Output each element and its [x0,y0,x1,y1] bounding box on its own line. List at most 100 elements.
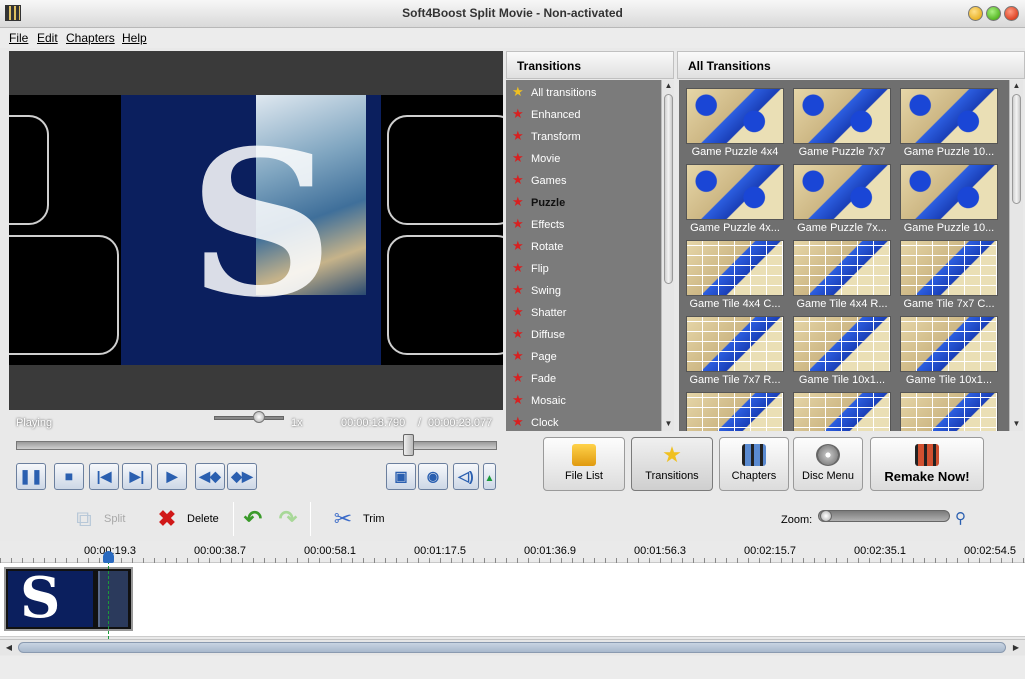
timeline-ruler[interactable]: 00:00:19.3 00:00:38.7 00:00:58.1 00:01:1… [0,541,1025,563]
transitions-grid-scrollbar-thumb[interactable] [1012,94,1021,204]
volume-button[interactable]: ◁) [453,463,479,490]
transition-tile[interactable]: Game Tile 7x7 R... [686,316,784,388]
red-star-icon: ★ [512,216,524,231]
mark-in-button[interactable]: ◀◆ [195,463,225,490]
monitor-icon: ▣ [394,468,408,484]
category-item-enhanced[interactable]: ★ Enhanced [506,104,661,126]
maximize-button[interactable] [986,6,1001,21]
transition-tile[interactable] [686,392,784,431]
category-item-clock[interactable]: ★ Clock [506,412,661,431]
transitions-button[interactable]: ★ Transitions [631,437,713,491]
volume-slider[interactable]: ▲ [483,463,496,490]
pause-button[interactable]: ❚❚ [16,463,46,490]
red-star-icon: ★ [512,304,524,319]
speed-slider-knob[interactable] [253,411,265,423]
category-scrollbar[interactable]: ▲ ▼ [661,80,674,431]
redo-button[interactable]: ↷ [276,505,302,533]
red-star-icon: ★ [512,282,524,297]
scroll-down-arrow-icon[interactable]: ▼ [1010,418,1023,430]
menu-edit[interactable]: Edit [37,31,58,45]
play-button[interactable]: ▶ [157,463,187,490]
delete-button[interactable]: ✖ Delete [155,505,225,533]
menu-file[interactable]: File [9,31,28,45]
menu-chapters[interactable]: Chapters [66,31,115,45]
split-button[interactable]: ⧉ Split [72,505,132,533]
transition-tile[interactable]: Game Puzzle 7x7 [793,88,891,160]
clip-thumbnail: S [8,565,93,631]
timeline-clip[interactable]: S [4,565,133,631]
speed-label: 1x [291,417,303,429]
transition-tile[interactable]: Game Tile 10x1... [900,316,998,388]
transition-tile[interactable]: Game Tile 4x4 R... [793,240,891,312]
category-item-mosaic[interactable]: ★ Mosaic [506,390,661,412]
transition-tile[interactable]: Game Tile 7x7 C... [900,240,998,312]
transition-tile[interactable]: Game Puzzle 10... [900,164,998,236]
category-item-flip[interactable]: ★ Flip [506,258,661,280]
zoom-slider[interactable] [818,510,950,522]
transition-tile[interactable]: Game Puzzle 4x4 [686,88,784,160]
seek-bar[interactable] [16,441,497,450]
category-item-movie[interactable]: ★ Movie [506,148,661,170]
transition-tile[interactable] [793,392,891,431]
undo-button[interactable]: ↶ [241,505,267,533]
red-star-icon: ★ [512,238,524,253]
transition-tile[interactable]: Game Puzzle 4x... [686,164,784,236]
transition-thumbnail [793,164,891,220]
snapshot-button[interactable]: ◉ [418,463,448,490]
category-item-swing[interactable]: ★ Swing [506,280,661,302]
file-list-button[interactable]: File List [543,437,625,491]
magnifier-icon[interactable]: ⚲ [955,509,966,527]
category-scrollbar-thumb[interactable] [664,94,673,284]
remake-now-button[interactable]: Remake Now! [870,437,984,491]
scroll-left-arrow-icon[interactable]: ◀ [2,641,16,655]
menu-help[interactable]: Help [122,31,147,45]
category-item-effects[interactable]: ★ Effects [506,214,661,236]
playhead-line[interactable] [108,551,109,639]
playhead-handle[interactable] [103,551,114,563]
scroll-up-arrow-icon[interactable]: ▲ [662,80,674,92]
category-item-all-transitions[interactable]: ★ All transitions [506,82,661,104]
scroll-down-arrow-icon[interactable]: ▼ [662,418,674,430]
transition-thumbnail [900,240,998,296]
timeline-scrollbar[interactable]: ◀ ▶ [0,639,1025,655]
transition-tile[interactable]: Game Tile 4x4 C... [686,240,784,312]
transition-tile[interactable]: Game Puzzle 10... [900,88,998,160]
mark-out-button[interactable]: ◆▶ [227,463,257,490]
category-item-fade[interactable]: ★ Fade [506,368,661,390]
scroll-right-arrow-icon[interactable]: ▶ [1009,641,1023,655]
speed-slider[interactable] [214,416,284,420]
category-item-page[interactable]: ★ Page [506,346,661,368]
speaker-icon: ◁) [458,468,474,484]
category-item-shatter[interactable]: ★ Shatter [506,302,661,324]
minimize-button[interactable] [968,6,983,21]
disc-icon [816,444,840,466]
timeline-tick: 00:00:38.7 [194,545,246,557]
fullscreen-button[interactable]: ▣ [386,463,416,490]
trim-button[interactable]: ✂ Trim [331,505,391,533]
zoom-slider-knob[interactable] [820,510,832,522]
transitions-grid-scrollbar[interactable]: ▲ ▼ [1009,80,1023,431]
scroll-up-arrow-icon[interactable]: ▲ [1010,80,1023,92]
seek-bar-knob[interactable] [403,434,414,456]
transition-tile[interactable]: Game Puzzle 7x... [793,164,891,236]
timeline-track[interactable] [0,563,1025,637]
category-item-rotate[interactable]: ★ Rotate [506,236,661,258]
video-frame: S [9,95,503,365]
timeline-scrollbar-thumb[interactable] [18,642,1006,653]
video-logo-image: S [189,107,334,342]
chapters-button[interactable]: Chapters [719,437,789,491]
category-item-games[interactable]: ★ Games [506,170,661,192]
disc-menu-button[interactable]: Disc Menu [793,437,863,491]
category-item-puzzle[interactable]: ★ Puzzle [506,192,661,214]
category-item-diffuse[interactable]: ★ Diffuse [506,324,661,346]
previous-button[interactable]: |◀ [89,463,119,490]
transition-thumbnail [900,316,998,372]
red-star-icon: ★ [512,326,524,341]
folder-film-icon [572,444,596,466]
transition-tile[interactable]: Game Tile 10x1... [793,316,891,388]
category-item-transform[interactable]: ★ Transform [506,126,661,148]
stop-button[interactable]: ■ [54,463,84,490]
next-button[interactable]: ▶| [122,463,152,490]
transition-tile[interactable] [900,392,998,431]
close-button[interactable] [1004,6,1019,21]
